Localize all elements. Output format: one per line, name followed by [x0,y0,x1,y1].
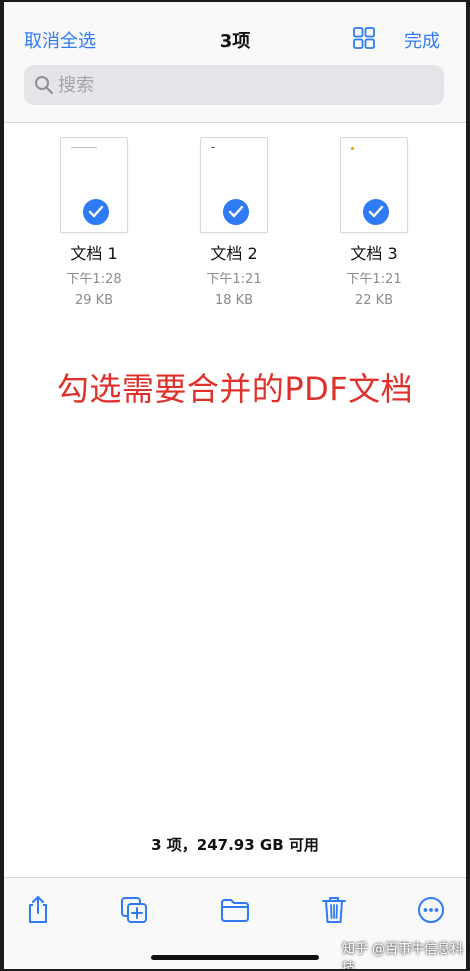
storage-status: 3 项，247.93 GB 可用 [151,836,319,854]
share-icon[interactable] [22,894,54,926]
file-time: 下午1:21 [206,272,262,287]
file-name: 文档 1 [70,244,118,263]
grid-view-icon[interactable] [352,26,376,50]
watermark-text: 知乎 @百事牛信息科技 [342,942,464,969]
files-app-screen: 取消全选 3项 完成 文档 1 下午1:28 29 KB [4,2,466,969]
file-item[interactable]: 文档 3 下午1:21 22 KB [314,137,434,308]
search-icon [35,76,54,95]
file-size: 22 KB [354,293,394,308]
file-time: 下午1:28 [66,272,122,287]
selected-check-icon [221,197,251,227]
file-size: 29 KB [74,293,114,308]
selected-check-icon [81,197,111,227]
annotation-caption: 勾选需要合并的PDF文档 [56,370,414,408]
done-button[interactable]: 完成 [404,27,440,53]
selected-check-icon [361,197,391,227]
file-thumbnail [340,137,408,233]
trash-icon[interactable] [318,894,350,926]
navigation-bar: 取消全选 3项 完成 [4,2,466,123]
file-name: 文档 3 [350,244,398,263]
file-size: 18 KB [214,293,254,308]
file-thumbnail [200,137,268,233]
file-name: 文档 2 [210,244,258,263]
more-icon[interactable] [415,894,447,926]
file-item[interactable]: 文档 1 下午1:28 29 KB [34,137,154,308]
file-thumbnail [60,137,128,233]
search-bar[interactable] [24,65,444,105]
move-folder-icon[interactable] [219,894,251,926]
search-input[interactable] [58,65,428,105]
home-indicator[interactable] [151,955,319,960]
file-item[interactable]: 文档 2 下午1:21 18 KB [174,137,294,308]
selection-count-title: 3项 [219,31,251,52]
file-time: 下午1:21 [346,272,402,287]
duplicate-icon[interactable] [118,894,150,926]
